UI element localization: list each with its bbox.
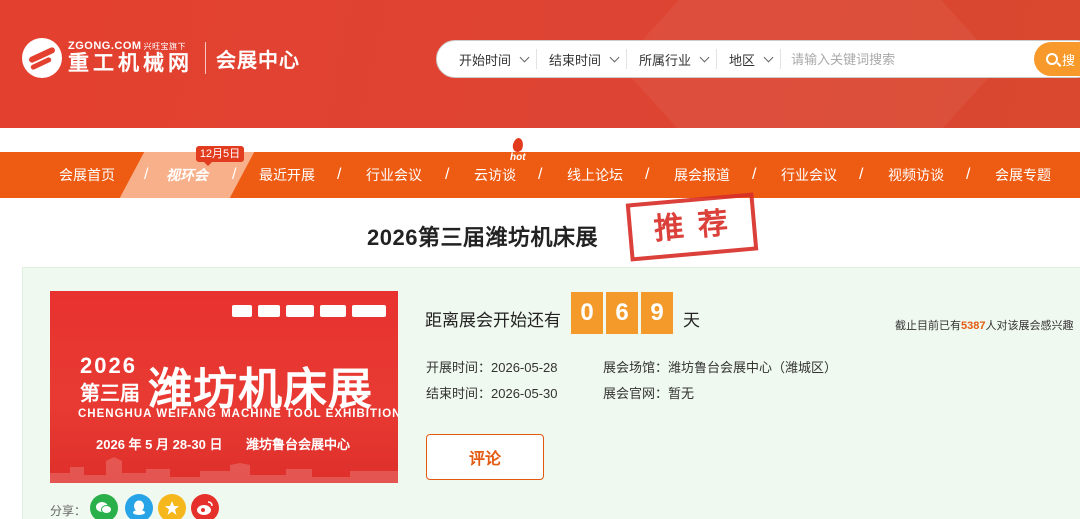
info-venue: 展会场馆：潍坊鲁台会展中心（潍城区） bbox=[603, 360, 838, 375]
qq-icon[interactable] bbox=[125, 494, 153, 519]
search-icon bbox=[1046, 53, 1058, 65]
site-logo[interactable]: ZGONG.COM 兴旺宝旗下 重工机械网 会展中心 bbox=[22, 38, 300, 78]
chevron-down-icon bbox=[699, 52, 710, 62]
logo-subtitle: 会展中心 bbox=[216, 49, 300, 72]
nav-separator: / bbox=[445, 166, 450, 183]
share-label: 分享： bbox=[50, 504, 87, 518]
sponsor-logo bbox=[258, 305, 280, 317]
expo-poster[interactable]: 2026 第三届 潍坊机床展 CHENGHUA WEIFANG MACHINE … bbox=[50, 291, 398, 483]
logo-name: 重工机械网 bbox=[68, 52, 193, 75]
interest-count: 截止目前已有5387人对该展会感兴趣 bbox=[895, 320, 1074, 332]
nav-separator: / bbox=[752, 166, 757, 183]
nav-item-topics[interactable]: 会展专题 bbox=[995, 152, 1051, 198]
hot-flame-icon bbox=[511, 137, 525, 153]
chevron-down-icon bbox=[763, 52, 774, 62]
logo-domain: ZGONG.COM bbox=[68, 40, 142, 52]
info-open-time: 开展时间：2026-05-28 bbox=[426, 360, 558, 375]
page-title: 2026第三届潍坊机床展 bbox=[367, 225, 598, 250]
search-bar: 开始时间 结束时间 所属行业 地区 bbox=[436, 40, 1080, 78]
logo-slogan: 兴旺宝旗下 bbox=[143, 42, 187, 51]
nav-separator: / bbox=[645, 166, 650, 183]
nav-item-online-forum[interactable]: 线上论坛 bbox=[567, 152, 623, 198]
date-badge: 12月5日 bbox=[196, 146, 244, 166]
nav-separator: / bbox=[966, 166, 971, 183]
nav-separator: / bbox=[538, 166, 543, 183]
skyline-illustration bbox=[50, 457, 398, 483]
nav-separator: / bbox=[859, 166, 864, 183]
nav-separator: / bbox=[337, 166, 342, 183]
poster-edition: 第三届 bbox=[80, 383, 140, 405]
sponsor-logos bbox=[232, 305, 386, 317]
comment-button[interactable]: 评论 bbox=[426, 434, 544, 480]
countdown-label: 距离展会开始还有 bbox=[425, 311, 561, 330]
nav-item-recent[interactable]: 最近开展 bbox=[259, 152, 315, 198]
weibo-icon[interactable] bbox=[191, 494, 219, 519]
countdown-digit: 9 bbox=[641, 292, 673, 334]
search-button[interactable]: 搜 bbox=[1034, 42, 1080, 76]
countdown-unit: 天 bbox=[683, 311, 700, 330]
logo-divider bbox=[205, 42, 206, 74]
nav-item-expo-reports[interactable]: 展会报道 bbox=[674, 152, 730, 198]
site-header: ZGONG.COM 兴旺宝旗下 重工机械网 会展中心 开始时间 结束时间 所属行业… bbox=[0, 0, 1080, 128]
main-nav: 会展首页 / 视环会 / 最近开展 / 行业会议 / 云访谈 / 线上论坛 / … bbox=[0, 152, 1080, 198]
info-close-time: 结束时间：2026-05-30 bbox=[426, 386, 558, 401]
filter-region[interactable]: 地区 bbox=[717, 49, 782, 69]
poster-year: 2026 bbox=[80, 353, 137, 378]
interest-number: 5387 bbox=[961, 320, 986, 332]
qzone-icon[interactable] bbox=[158, 494, 186, 519]
filter-start-time[interactable]: 开始时间 bbox=[447, 49, 538, 69]
sponsor-logo bbox=[352, 305, 386, 317]
nav-item-video-interview[interactable]: 视频访谈 bbox=[888, 152, 944, 198]
zgong-logo-icon bbox=[22, 38, 62, 78]
countdown-digit: 0 bbox=[571, 292, 603, 334]
filter-industry[interactable]: 所属行业 bbox=[627, 49, 718, 69]
nav-item-industry-meeting-2[interactable]: 行业会议 bbox=[781, 152, 837, 198]
poster-english-name: CHENGHUA WEIFANG MACHINE TOOL EXHIBITION bbox=[78, 408, 398, 420]
wechat-icon[interactable] bbox=[90, 494, 118, 519]
recommend-stamp: 推荐 bbox=[625, 192, 759, 262]
nav-item-industry-meeting[interactable]: 行业会议 bbox=[366, 152, 422, 198]
info-website: 展会官网：暂无 bbox=[603, 386, 695, 401]
countdown-digit: 6 bbox=[606, 292, 638, 334]
sponsor-logo bbox=[320, 305, 346, 317]
filter-end-time[interactable]: 结束时间 bbox=[537, 49, 628, 69]
hot-label: hot bbox=[510, 152, 526, 163]
sponsor-logo bbox=[286, 305, 314, 317]
chevron-down-icon bbox=[609, 52, 620, 62]
search-input[interactable] bbox=[791, 51, 1012, 67]
nav-item-home[interactable]: 会展首页 bbox=[59, 152, 115, 198]
nav-separator: / bbox=[144, 166, 149, 183]
sponsor-logo bbox=[232, 305, 252, 317]
chevron-down-icon bbox=[519, 52, 530, 62]
